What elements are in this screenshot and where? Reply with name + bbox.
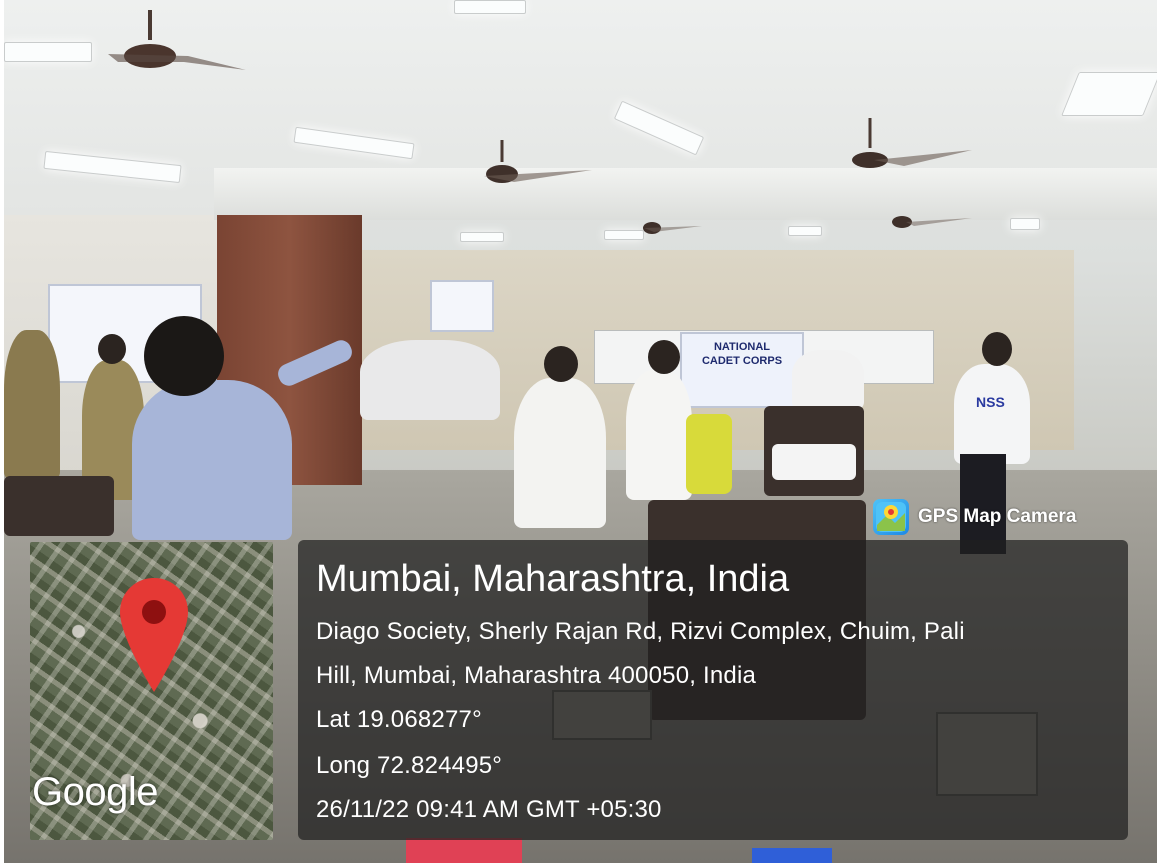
location-title: Mumbai, Maharashtra, India: [316, 558, 790, 600]
gps-map-camera-tag: GPS Map Camera: [873, 496, 1123, 538]
latitude: Lat 19.068277°: [316, 706, 482, 733]
doctor-white-coat: [626, 370, 692, 500]
shirt-text: NSS: [976, 394, 1005, 410]
address-line: Diago Society, Sherly Rajan Rd, Rizvi Co…: [316, 618, 965, 645]
volunteer-blue-shirt: [132, 380, 292, 540]
cadet: [4, 330, 60, 480]
address-line: Hill, Mumbai, Maharashtra 400050, India: [316, 662, 757, 689]
donor-chair: [4, 476, 114, 536]
doctor-white-coat: [514, 378, 606, 528]
location-pin-icon: [120, 578, 188, 692]
ceiling-fan-icon: [484, 140, 592, 183]
nss-student: NSS: [954, 364, 1030, 464]
ceiling-fan-icon: [643, 222, 702, 234]
pillow: [772, 444, 856, 480]
ceiling-fan-icon: [852, 118, 972, 168]
wall-poster: [430, 280, 494, 332]
student: [792, 350, 864, 410]
student-group: [360, 340, 500, 420]
red-tray: [406, 838, 522, 863]
yellow-bin: [686, 414, 732, 494]
longitude: Long 72.824495°: [316, 752, 503, 779]
ceiling-fan-icon: [108, 10, 246, 70]
volunteer-head: [144, 316, 224, 396]
app-label: GPS Map Camera: [918, 506, 1077, 527]
doctor-head: [648, 340, 680, 374]
banner-line: CADET CORPS: [701, 355, 783, 367]
gps-camera-icon: [873, 499, 909, 535]
ncc-banner: NATIONAL CADET CORPS: [680, 332, 804, 408]
google-logo: Google: [32, 770, 158, 814]
ceiling-fan-icon: [892, 216, 972, 228]
ceiling-light: [1061, 72, 1157, 116]
ceiling-light: [4, 42, 92, 62]
nss-student-head: [982, 332, 1012, 366]
blue-tray: [752, 848, 832, 863]
doctor-head: [544, 346, 578, 382]
ceiling-light: [460, 232, 504, 242]
timestamp: 26/11/22 09:41 AM GMT +05:30: [316, 796, 662, 823]
ceiling-light: [788, 226, 822, 236]
cadet-head: [98, 334, 126, 364]
map-thumbnail: Google: [30, 542, 273, 840]
ceiling-light: [454, 0, 526, 14]
banner-line: NATIONAL: [713, 341, 770, 353]
ceiling-light: [1010, 218, 1040, 230]
